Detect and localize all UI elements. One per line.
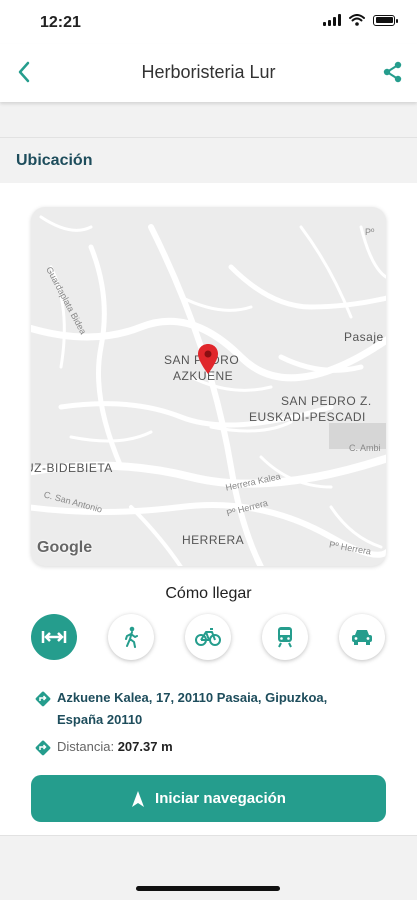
wifi-icon bbox=[349, 14, 365, 26]
directions-title: Cómo llegar bbox=[165, 585, 252, 602]
map-pin-icon[interactable] bbox=[197, 343, 219, 375]
distance-value: 207.37 m bbox=[117, 739, 173, 754]
google-attribution: Google bbox=[37, 539, 93, 556]
share-button[interactable] bbox=[379, 58, 407, 86]
map-label-euskadi: EUSKADI-PESCADI bbox=[249, 410, 366, 424]
status-bar: 12:21 bbox=[0, 0, 417, 44]
battery-icon bbox=[373, 14, 398, 26]
page-title: Herboristeria Lur bbox=[141, 62, 276, 82]
distance-label: Distancia: bbox=[57, 739, 115, 754]
map-label-herrera: HERRERA bbox=[182, 533, 245, 547]
status-icons bbox=[323, 14, 398, 26]
map-label-c-ambi: C. Ambi bbox=[349, 443, 381, 453]
mode-bike-button[interactable] bbox=[185, 614, 231, 660]
map-label-pasaje: Pasaje bbox=[344, 330, 384, 344]
distance-row: Distancia: 207.37 m bbox=[35, 739, 173, 756]
map-label-san-pedro-z: SAN PEDRO Z. bbox=[281, 394, 372, 408]
walk-icon bbox=[125, 626, 138, 648]
directions-icon bbox=[35, 740, 51, 756]
navigation-bar: Herboristeria Lur bbox=[0, 44, 417, 102]
car-icon bbox=[352, 630, 372, 645]
train-icon bbox=[278, 627, 292, 648]
address-row: Azkuene Kalea, 17, 20110 Pasaia, Gipuzko… bbox=[35, 690, 377, 731]
map-roads bbox=[31, 215, 386, 566]
travel-mode-selector bbox=[31, 614, 386, 662]
navigation-arrow-icon bbox=[132, 790, 145, 807]
mode-car-button[interactable] bbox=[339, 614, 385, 660]
map-label-bidebieta: UZ-BIDEBIETA bbox=[31, 461, 113, 475]
map-label-p-top: Pº bbox=[365, 227, 375, 237]
address-text: Azkuene Kalea, 17, 20110 Pasaia, Gipuzko… bbox=[57, 690, 328, 727]
start-navigation-label: Iniciar navegación bbox=[155, 790, 286, 807]
home-indicator[interactable] bbox=[136, 886, 280, 891]
back-button[interactable] bbox=[10, 58, 38, 86]
map-view[interactable]: SAN PEDRO AZKUENE SAN PEDRO Z. EUSKADI-P… bbox=[31, 207, 386, 566]
bike-icon bbox=[195, 628, 221, 646]
start-navigation-button[interactable]: Iniciar navegación bbox=[31, 775, 386, 822]
section-header: Ubicación bbox=[0, 137, 417, 184]
signal-icon bbox=[323, 14, 341, 26]
directions-icon bbox=[35, 691, 51, 707]
mode-walk-button[interactable] bbox=[108, 614, 154, 660]
route-icon bbox=[41, 631, 67, 643]
section-title: Ubicación bbox=[16, 152, 93, 169]
mode-transit-button[interactable] bbox=[262, 614, 308, 660]
share-icon bbox=[383, 61, 402, 83]
chevron-left-icon bbox=[18, 61, 30, 83]
clock: 12:21 bbox=[40, 14, 81, 31]
mode-route-button[interactable] bbox=[31, 614, 77, 660]
location-card: SAN PEDRO AZKUENE SAN PEDRO Z. EUSKADI-P… bbox=[0, 183, 417, 836]
